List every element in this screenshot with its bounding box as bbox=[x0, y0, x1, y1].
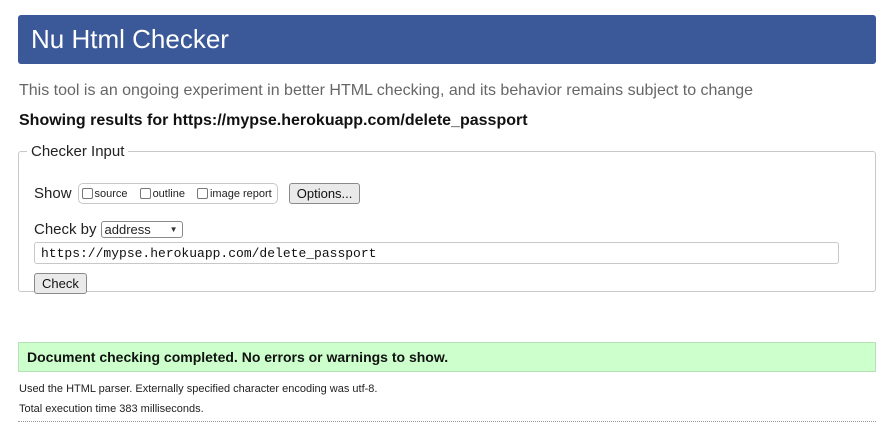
show-outline-option[interactable]: outline bbox=[139, 187, 185, 200]
source-label: source bbox=[94, 187, 128, 200]
execution-time: Total execution time 383 milliseconds. bbox=[19, 403, 204, 415]
parser-info: Used the HTML parser. Externally specifi… bbox=[19, 383, 378, 395]
options-button[interactable]: Options... bbox=[288, 183, 361, 204]
checker-input-fieldset: Checker Input Show source outline image … bbox=[18, 143, 876, 294]
check-button[interactable]: Check bbox=[34, 273, 87, 294]
intro-text: This tool is an ongoing experiment in be… bbox=[19, 82, 754, 99]
success-message-banner: Document checking completed. No errors o… bbox=[18, 342, 876, 372]
show-options-group: source outline image report bbox=[77, 183, 278, 204]
page-header: Nu Html Checker bbox=[18, 15, 876, 64]
source-checkbox[interactable] bbox=[81, 188, 93, 199]
dotted-divider bbox=[18, 421, 876, 422]
result-details: Used the HTML parser. Externally specifi… bbox=[19, 379, 377, 419]
show-row: Show source outline image report Options… bbox=[34, 183, 361, 204]
show-image-report-option[interactable]: image report bbox=[196, 187, 272, 200]
results-heading: Showing results for https://mypse.heroku… bbox=[19, 112, 528, 129]
outline-label: outline bbox=[152, 187, 185, 200]
url-input-value: https://mypse.herokuapp.com/delete_passp… bbox=[41, 245, 377, 261]
check-by-selected-value: address bbox=[104, 222, 151, 237]
checker-input-legend: Checker Input bbox=[31, 143, 125, 160]
success-message: Document checking completed. No errors o… bbox=[27, 349, 449, 365]
app-title: Nu Html Checker bbox=[31, 24, 229, 54]
image-report-label: image report bbox=[209, 187, 272, 200]
show-source-option[interactable]: source bbox=[81, 187, 128, 200]
outline-checkbox[interactable] bbox=[139, 188, 151, 199]
check-by-label: Check by bbox=[34, 221, 97, 238]
show-label: Show bbox=[34, 185, 72, 202]
check-by-row: Check by address ▼ bbox=[34, 221, 183, 238]
url-input[interactable]: https://mypse.herokuapp.com/delete_passp… bbox=[34, 242, 839, 264]
check-by-select[interactable]: address ▼ bbox=[100, 221, 183, 238]
chevron-down-icon: ▼ bbox=[169, 225, 178, 234]
image-report-checkbox[interactable] bbox=[196, 188, 208, 199]
